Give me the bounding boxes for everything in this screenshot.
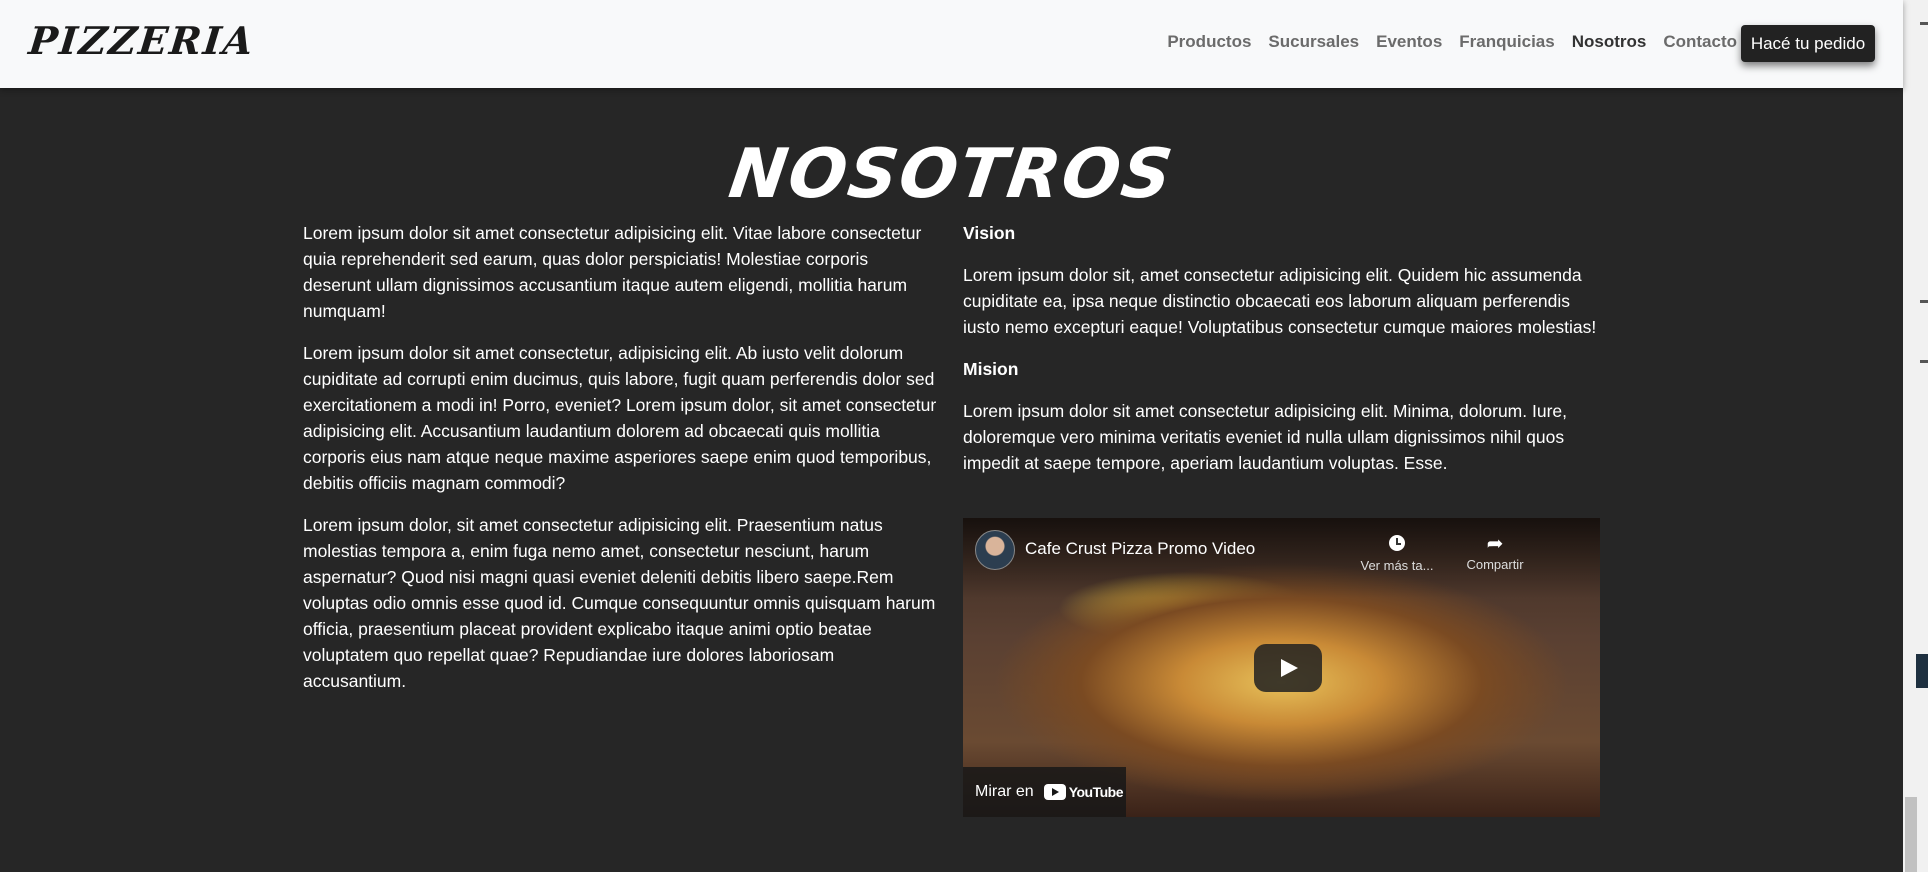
about-paragraph: Lorem ipsum dolor sit amet consectetur, … xyxy=(303,343,937,493)
scrollbar-thumb[interactable] xyxy=(1905,797,1917,872)
about-right-column: Vision Lorem ipsum dolor sit, amet conse… xyxy=(963,220,1600,492)
vision-text: Lorem ipsum dolor sit, amet consectetur … xyxy=(963,265,1597,337)
scrollbar-mark xyxy=(1920,300,1928,303)
share-button[interactable]: ➦ Compartir xyxy=(1455,531,1535,572)
watch-on-youtube-button[interactable]: Mirar en YouTube xyxy=(963,767,1126,817)
scrollbar-mark xyxy=(1920,22,1928,25)
scrollbar-mark xyxy=(1920,360,1928,363)
watch-later-label: Ver más ta... xyxy=(1360,558,1434,573)
mision-text: Lorem ipsum dolor sit amet consectetur a… xyxy=(963,401,1567,473)
youtube-wordmark: YouTube xyxy=(1068,784,1124,800)
watch-later-button[interactable]: Ver más ta... xyxy=(1357,531,1437,573)
nav-link-nosotros[interactable]: Nosotros xyxy=(1572,32,1647,52)
watch-on-label: Mirar en xyxy=(975,783,1034,800)
channel-avatar[interactable] xyxy=(975,530,1015,570)
nav-link-franquicias[interactable]: Franquicias xyxy=(1459,32,1554,52)
page-title: Nosotros xyxy=(724,135,1179,214)
nav-link-productos[interactable]: Productos xyxy=(1167,32,1251,52)
scrollbar-mark xyxy=(1916,654,1928,688)
share-label: Compartir xyxy=(1466,557,1524,572)
video-title[interactable]: Cafe Crust Pizza Promo Video xyxy=(1025,539,1255,559)
about-left-column: Lorem ipsum dolor sit amet consectetur a… xyxy=(303,220,940,710)
share-icon: ➦ xyxy=(1486,533,1504,555)
order-button[interactable]: Hacé tu pedido xyxy=(1741,25,1875,62)
mision-heading: Mision xyxy=(963,359,1019,379)
clock-icon xyxy=(1389,535,1405,551)
youtube-play-icon xyxy=(1043,784,1066,800)
nav-link-contacto-label: Contacto xyxy=(1663,32,1737,51)
vision-heading: Vision xyxy=(963,223,1016,243)
page-scrollbar[interactable] xyxy=(1903,0,1928,872)
about-paragraph: Lorem ipsum dolor, sit amet consectetur … xyxy=(303,515,936,691)
youtube-video-embed[interactable]: Cafe Crust Pizza Promo Video Ver más ta.… xyxy=(963,518,1600,817)
youtube-logo-icon: YouTube xyxy=(1043,784,1124,800)
nav-link-sucursales[interactable]: Sucursales xyxy=(1268,32,1359,52)
nav-links: Productos Sucursales Eventos Franquicias… xyxy=(1167,32,1755,52)
play-icon[interactable] xyxy=(1254,644,1322,692)
navbar: Pizzeria Productos Sucursales Eventos Fr… xyxy=(0,0,1903,88)
brand-logo[interactable]: Pizzeria xyxy=(27,18,257,63)
about-paragraph: Lorem ipsum dolor sit amet consectetur a… xyxy=(303,223,922,321)
nav-link-eventos[interactable]: Eventos xyxy=(1376,32,1442,52)
